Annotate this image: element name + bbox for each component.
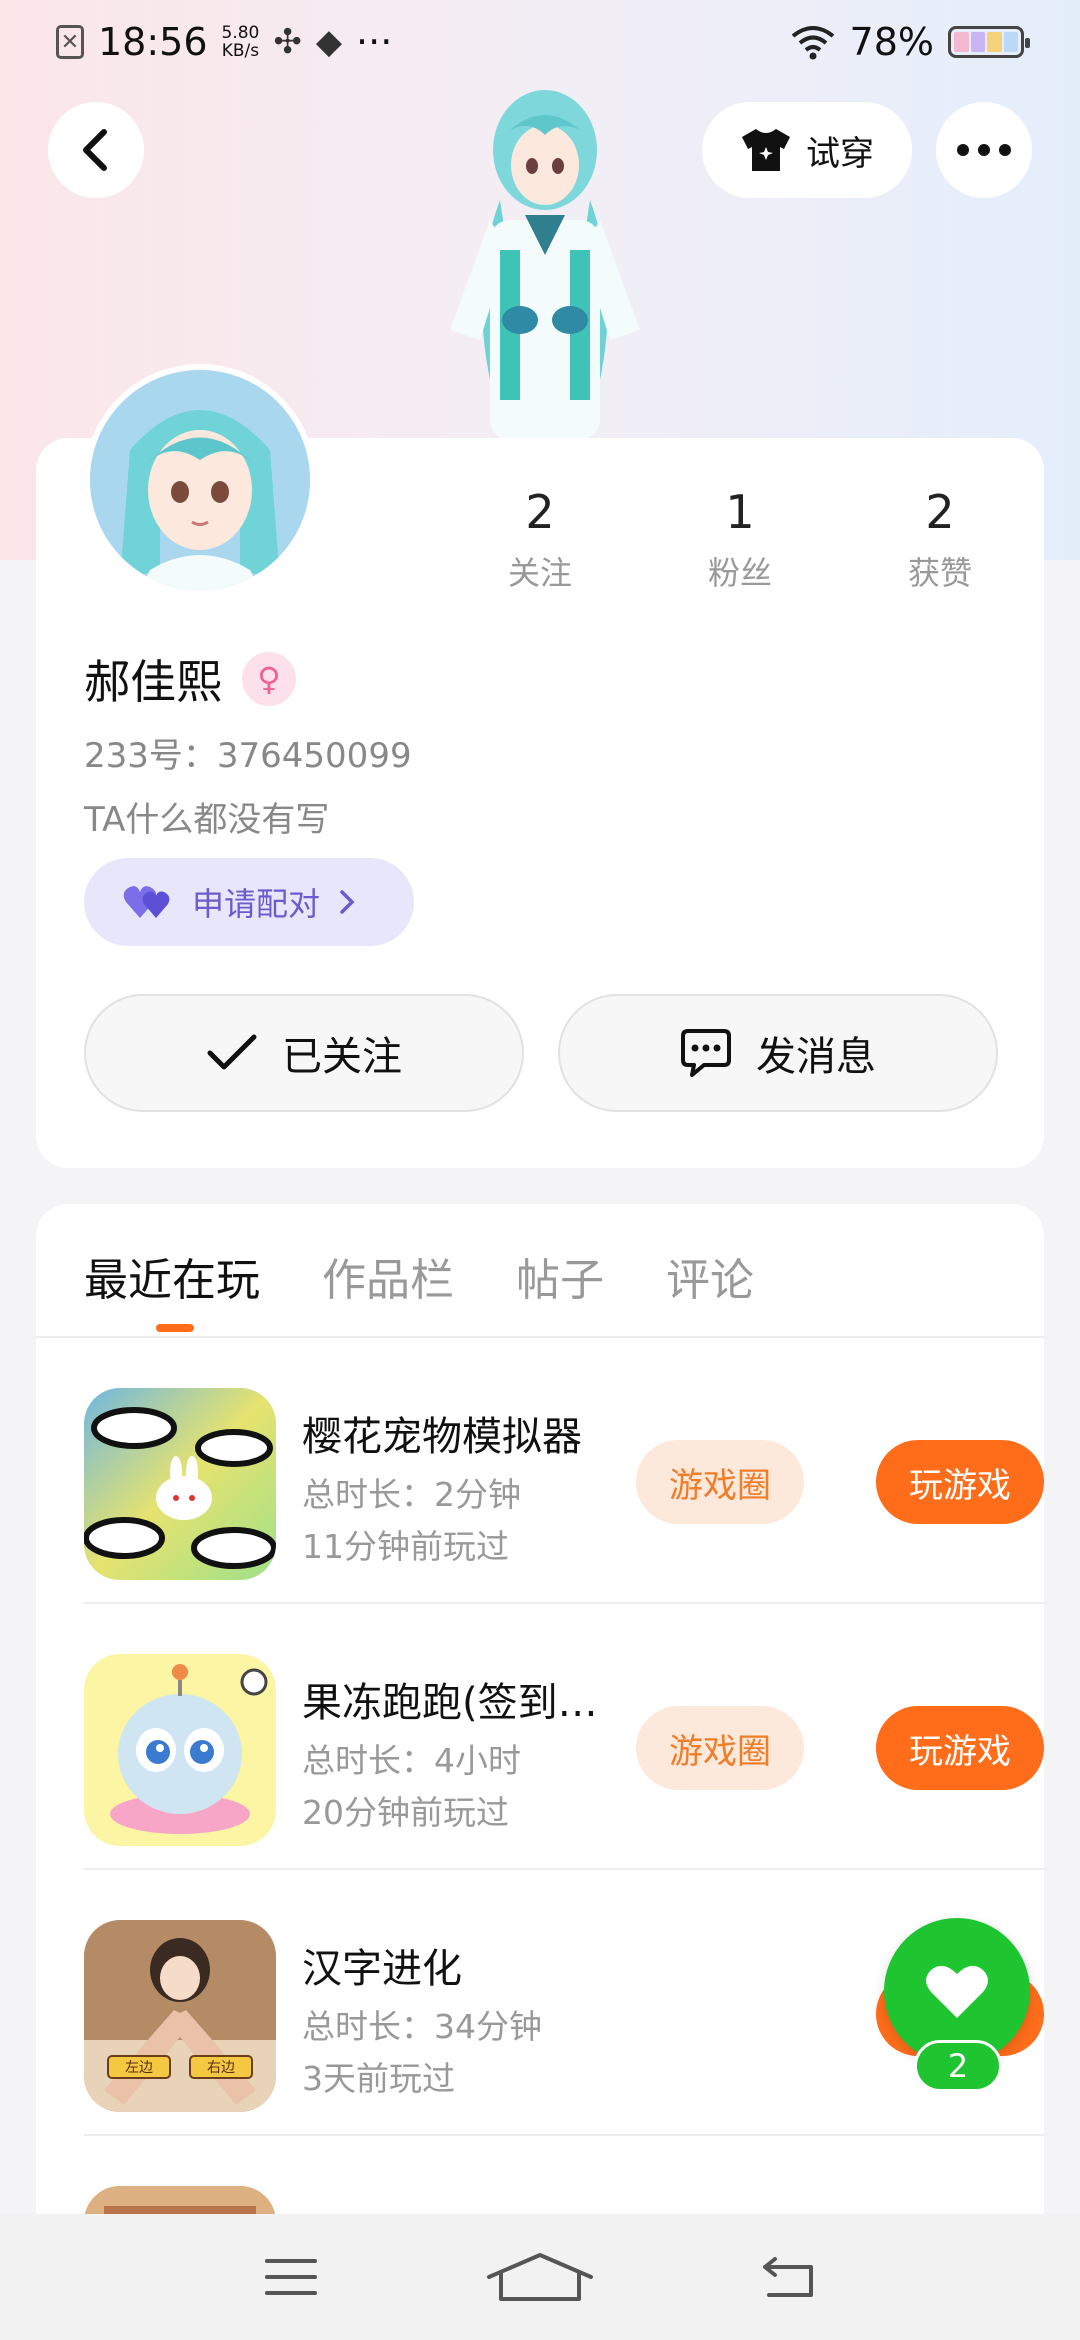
send-message-button[interactable]: 发消息 xyxy=(558,994,998,1112)
game-last-played: 11分钟前玩过 xyxy=(302,1527,509,1566)
user-bio: TA什么都没有写 xyxy=(84,800,330,840)
followed-button[interactable]: 已关注 xyxy=(84,994,524,1112)
game-duration: 总时长：4小时 xyxy=(302,1741,521,1780)
icon-left-label: 左边 xyxy=(125,2060,153,2076)
more-options-button[interactable] xyxy=(936,102,1032,198)
network-speed: 5.80 KB/s xyxy=(221,23,260,61)
battery-icon xyxy=(948,26,1030,58)
game-circle-button[interactable]: 游戏圈 xyxy=(636,1706,804,1790)
stat-followers[interactable]: 1 粉丝 xyxy=(640,482,840,594)
followed-label: 已关注 xyxy=(282,1034,402,1080)
game-duration: 总时长：34分钟 xyxy=(302,2007,542,2046)
game-icon-art xyxy=(84,1388,276,1580)
profile-stats: 2 关注 1 粉丝 2 获赞 xyxy=(440,482,1040,594)
status-time: 18:56 xyxy=(98,20,208,64)
more-notifications-icon: ··· xyxy=(356,20,393,64)
request-pairing-button[interactable]: 申请配对 xyxy=(84,858,414,946)
game-last-played: 20分钟前玩过 xyxy=(302,1793,509,1832)
chevron-left-icon xyxy=(83,129,107,171)
game-last-played: 3天前玩过 xyxy=(302,2059,455,2098)
game-icon-art xyxy=(84,1654,276,1846)
game-duration: 总时长：2分钟 xyxy=(302,1475,521,1514)
chat-bubble-icon xyxy=(681,1029,731,1077)
more-dots-icon xyxy=(957,144,1011,156)
send-message-label: 发消息 xyxy=(756,1034,876,1080)
likes-label: 获赞 xyxy=(907,554,972,592)
stat-following[interactable]: 2 关注 xyxy=(440,482,640,594)
back-nav-icon[interactable] xyxy=(761,2255,817,2299)
system-navigation-bar xyxy=(0,2214,1080,2340)
back-button[interactable] xyxy=(48,102,144,198)
tab-recently-played[interactable]: 最近在玩 xyxy=(84,1244,260,1308)
following-label: 关注 xyxy=(507,554,572,592)
likes-count: 2 xyxy=(925,485,955,539)
content-card: 最近在玩 作品栏 帖子 评论 樱花宠物模拟器 总时长：2分钟 11分钟前玩过 游… xyxy=(36,1204,1044,2340)
chevron-right-icon xyxy=(340,890,355,914)
user-name: 郝佳熙 xyxy=(84,655,222,709)
heart-icon xyxy=(926,1965,988,2018)
followers-label: 粉丝 xyxy=(707,554,772,592)
tab-posts[interactable]: 帖子 xyxy=(516,1244,604,1308)
active-tab-indicator xyxy=(156,1324,194,1332)
hanzi-evolution-game-icon[interactable]: 左边 右边 xyxy=(84,1920,276,2112)
following-count: 2 xyxy=(525,485,555,539)
hearts-icon xyxy=(123,886,170,918)
home-icon[interactable] xyxy=(485,2251,595,2303)
menu-icon[interactable] xyxy=(263,2255,319,2299)
female-gender-icon: ♀ xyxy=(242,652,296,706)
tshirt-icon xyxy=(742,129,790,171)
fan-app-icon: ✣ xyxy=(273,22,302,62)
game-title: 樱花宠物模拟器 xyxy=(302,1414,582,1460)
play-game-button[interactable]: 玩游戏 xyxy=(876,1706,1044,1790)
checkmark-icon xyxy=(207,1034,257,1070)
status-bar: ✕ 18:56 5.80 KB/s ✣ ◆ ··· 78% xyxy=(0,0,1080,84)
game-circle-button[interactable]: 游戏圈 xyxy=(636,1440,804,1524)
avatar-3d-figure xyxy=(450,90,640,440)
wifi-icon xyxy=(791,26,834,60)
try-on-label: 试穿 xyxy=(806,133,874,174)
profile-tabs: 最近在玩 作品栏 帖子 评论 xyxy=(84,1244,754,1308)
try-on-button[interactable]: 试穿 xyxy=(702,102,912,198)
request-pairing-label: 申请配对 xyxy=(192,885,321,923)
jelly-run-game-icon[interactable] xyxy=(84,1654,276,1846)
user-name-row: 郝佳熙 ♀ xyxy=(84,646,296,712)
stat-likes[interactable]: 2 获赞 xyxy=(840,482,1040,594)
favorite-count-badge: 2 xyxy=(914,2040,1002,2092)
play-game-button[interactable]: 玩游戏 xyxy=(876,1440,1044,1524)
battery-percent: 78% xyxy=(849,20,934,64)
app-notification-icon: ◆ xyxy=(315,22,343,62)
game-list-item[interactable]: 果冻跑跑(签到… 总时长：4小时 20分钟前玩过 游戏圈 玩游戏 xyxy=(84,1604,1044,1870)
user-id: 233号：376450099 xyxy=(84,736,412,776)
game-list-item[interactable]: 樱花宠物模拟器 总时长：2分钟 11分钟前玩过 游戏圈 玩游戏 xyxy=(84,1338,1044,1604)
game-icon-art: 左边 右边 xyxy=(84,1920,276,2112)
avatar[interactable] xyxy=(84,364,316,596)
tab-works[interactable]: 作品栏 xyxy=(322,1244,454,1308)
sakura-pet-game-icon[interactable] xyxy=(84,1388,276,1580)
icon-right-label: 右边 xyxy=(207,2060,235,2076)
notification-icon: ✕ xyxy=(56,25,84,59)
followers-count: 1 xyxy=(725,485,755,539)
tab-comments[interactable]: 评论 xyxy=(666,1244,754,1308)
avatar-portrait xyxy=(90,370,310,590)
game-title: 果冻跑跑(签到… xyxy=(302,1680,598,1726)
game-title: 汉字进化 xyxy=(302,1946,462,1992)
